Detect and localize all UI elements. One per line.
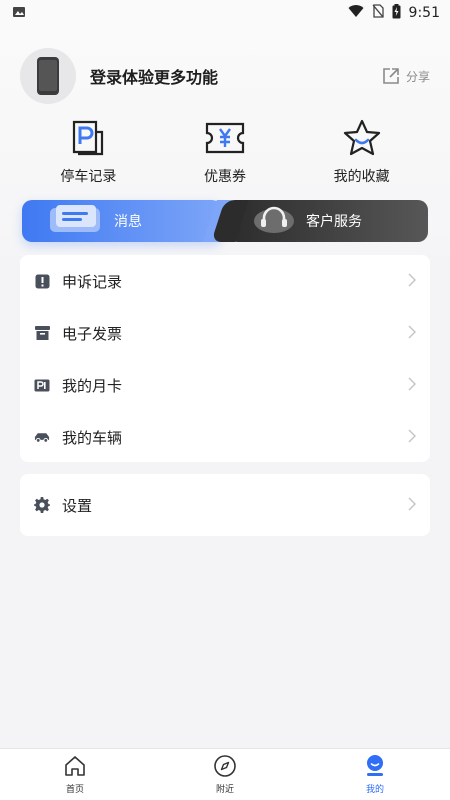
menu-item-label: 我的车辆	[62, 428, 123, 447]
chevron-right-icon	[408, 272, 416, 291]
nav-nearby[interactable]: 附近	[180, 754, 270, 795]
home-icon	[65, 756, 85, 776]
chevron-right-icon	[408, 428, 416, 447]
quick-actions: 停车记录 优惠券 我的收藏	[20, 118, 430, 188]
settings-card: 设置	[20, 474, 430, 536]
tab-customer-service[interactable]: 客户服务	[228, 200, 428, 242]
menu-item-invoice[interactable]: 电子发票	[20, 307, 430, 359]
gallery-icon	[12, 4, 26, 23]
menu-item-appeal[interactable]: 申诉记录	[20, 255, 430, 307]
menu-item-label: 我的月卡	[62, 376, 123, 395]
coupon-icon	[205, 122, 245, 154]
share-label: 分享	[405, 69, 430, 84]
menu-item-label: 电子发票	[62, 324, 123, 343]
compass-icon	[214, 755, 236, 777]
status-bar: 9:51	[0, 0, 450, 26]
nav-mine[interactable]: 我的	[330, 754, 420, 795]
share-icon	[383, 68, 399, 84]
quick-action-label: 停车记录	[60, 169, 117, 185]
nav-mine-label: 我的	[365, 785, 384, 795]
chevron-right-icon	[408, 376, 416, 395]
appeal-icon	[34, 273, 50, 289]
monthly-card-icon	[34, 377, 50, 393]
parking-record-icon	[73, 120, 104, 156]
favorite-star-icon	[343, 119, 380, 156]
login-prompt[interactable]: 登录体验更多功能	[90, 64, 382, 88]
parking-record-button[interactable]: 停车记录	[28, 118, 148, 188]
car-icon	[34, 429, 50, 445]
quick-action-label: 优惠券	[203, 169, 246, 185]
battery-icon	[392, 3, 401, 23]
share-button[interactable]: 分享	[382, 67, 430, 85]
coupon-button[interactable]: 优惠券	[165, 118, 285, 188]
menu-item-settings[interactable]: 设置	[20, 474, 430, 536]
wifi-icon	[348, 4, 364, 22]
no-sim-icon	[372, 4, 384, 22]
quick-action-label: 我的收藏	[333, 169, 390, 185]
clock-time: 9:51	[408, 5, 440, 21]
menu-item-vehicle[interactable]: 我的车辆	[20, 411, 430, 463]
tab-bar: 消息 客户服务	[22, 200, 428, 242]
chevron-right-icon	[408, 496, 416, 515]
nav-home[interactable]: 首页	[30, 754, 120, 795]
avatar[interactable]	[20, 48, 76, 104]
tab-messages-label: 消息	[114, 214, 142, 230]
message-icon	[48, 204, 104, 238]
menu-list: 申诉记录 电子发票 我的月卡 我的车辆	[20, 255, 430, 462]
gear-icon	[34, 497, 50, 513]
bottom-navigation: 首页 附近 我的	[0, 748, 450, 800]
settings-label: 设置	[62, 496, 93, 515]
user-icon	[367, 755, 383, 776]
headset-icon	[252, 204, 296, 238]
favorites-button[interactable]: 我的收藏	[302, 118, 422, 188]
nav-nearby-label: 附近	[215, 785, 234, 795]
nav-home-label: 首页	[65, 785, 84, 795]
profile-section[interactable]: 登录体验更多功能 分享	[20, 46, 430, 106]
chevron-right-icon	[408, 324, 416, 343]
tab-messages[interactable]: 消息	[22, 200, 222, 242]
menu-item-monthly-card[interactable]: 我的月卡	[20, 359, 430, 411]
phone-icon	[37, 57, 59, 95]
invoice-icon	[34, 325, 50, 341]
menu-item-label: 申诉记录	[62, 272, 123, 291]
tab-service-label: 客户服务	[306, 214, 362, 230]
